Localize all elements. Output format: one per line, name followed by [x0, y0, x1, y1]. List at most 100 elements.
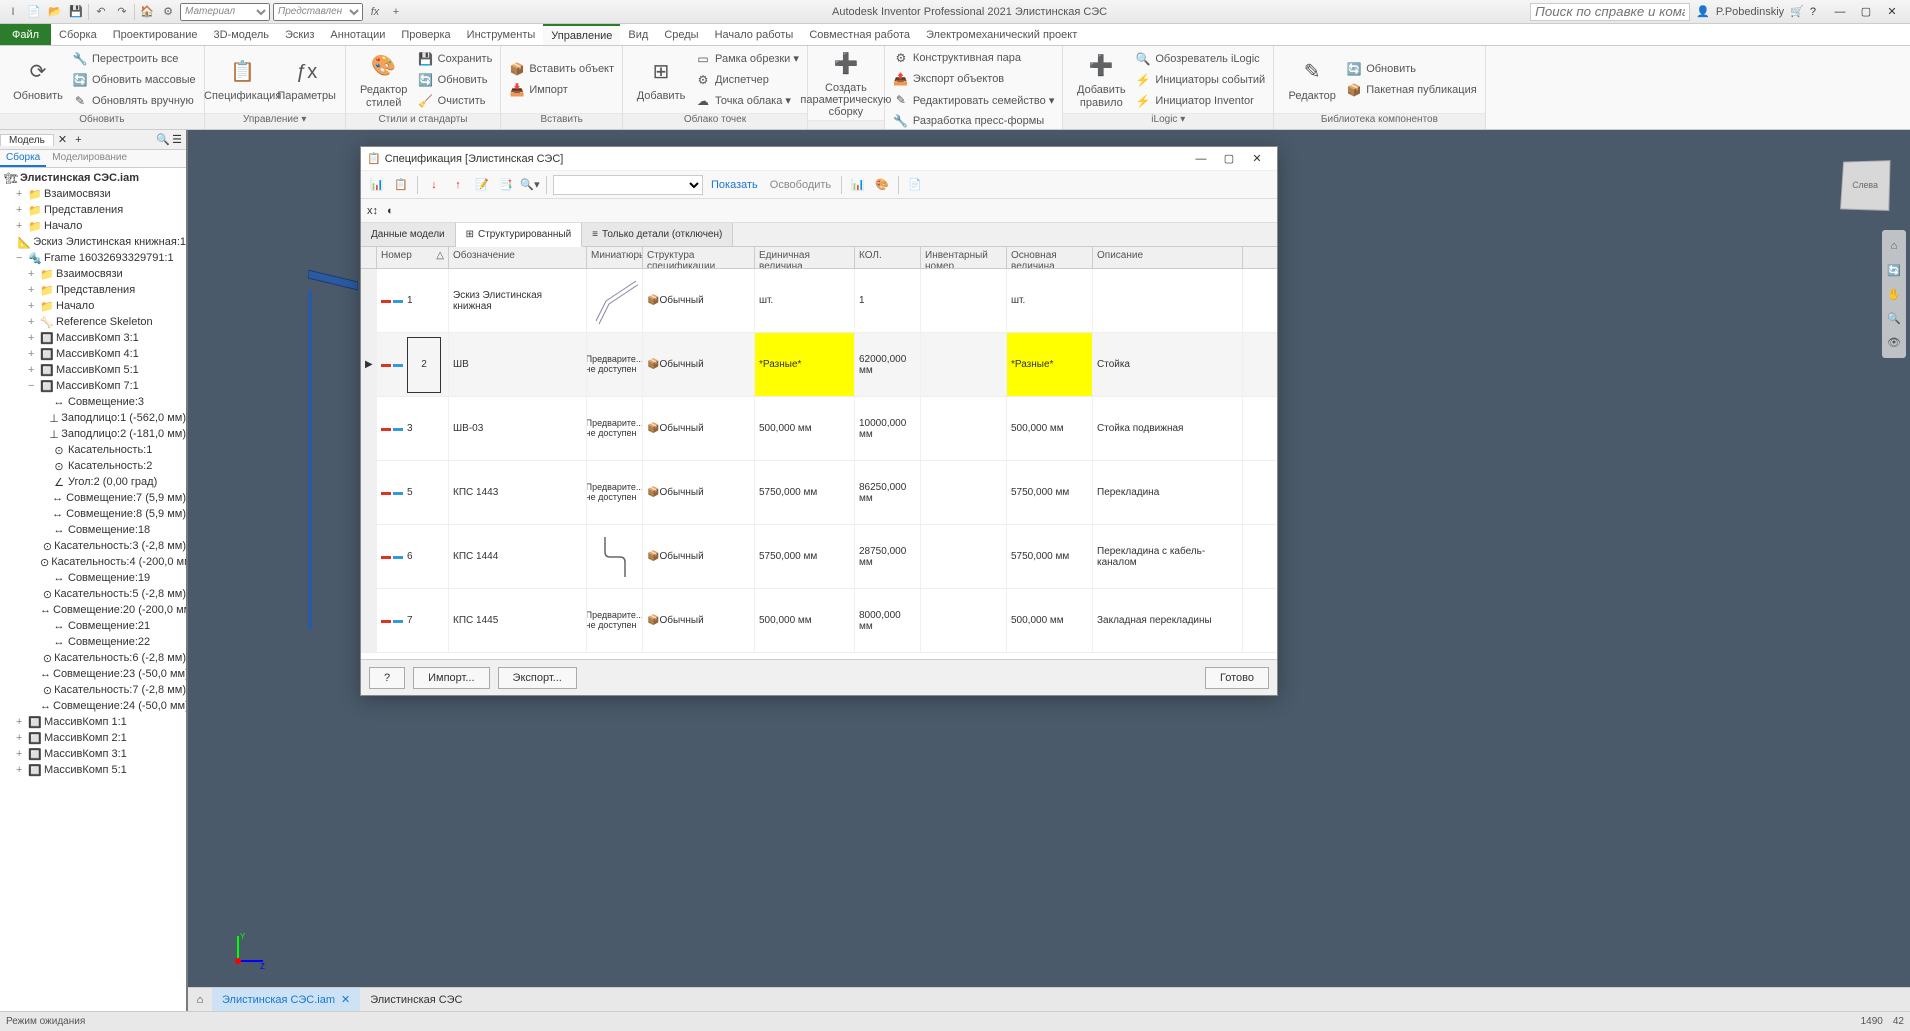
maximize-button[interactable]: ▢ [1854, 3, 1878, 21]
ribbon-big-Редактор стилей[interactable]: 🎨Редактор стилей [352, 50, 416, 108]
tree-item[interactable]: +📁Представления [0, 202, 186, 218]
tree-item[interactable]: ⊙Касательность:7 (-2,8 мм) [0, 682, 186, 698]
minimize-button[interactable]: — [1828, 3, 1852, 21]
ribbon-tab-1[interactable]: Проектирование [105, 24, 206, 45]
ribbon-tab-5[interactable]: Проверка [393, 24, 458, 45]
ribbon-tab-12[interactable]: Электромеханический проект [918, 24, 1085, 45]
dialog-minimize-button[interactable]: — [1187, 149, 1215, 169]
tree-item[interactable]: ↔Совмещение:8 (5,9 мм) [0, 506, 186, 522]
ribbon-big-Обновить[interactable]: ⟳Обновить [6, 56, 70, 102]
grid-row[interactable]: ▬▬5КПС 1443Предварите... не доступен📦 Об… [361, 461, 1277, 525]
tb-sort-desc-icon[interactable]: ↑ [448, 175, 468, 195]
ribbon-small-Точка облака ▾[interactable]: ☁Точка облака ▾ [693, 91, 801, 111]
dialog-close-button[interactable]: ✕ [1243, 149, 1271, 169]
browser-subtab-assembly[interactable]: Сборка [0, 150, 46, 167]
tree-item[interactable]: +🔲МассивКомп 4:1 [0, 346, 186, 362]
ribbon-tab-6[interactable]: Инструменты [459, 24, 544, 45]
ribbon-tab-3[interactable]: Эскиз [277, 24, 322, 45]
tree-item[interactable]: ↔Совмещение:3 [0, 394, 186, 410]
browser-tab-model[interactable]: Модель [0, 134, 54, 146]
tree-item[interactable]: ∠Угол:2 (0,00 град) [0, 474, 186, 490]
ribbon-small-Обновлять вручную[interactable]: ✎Обновлять вручную [70, 91, 198, 111]
browser-menu-icon[interactable]: ☰ [172, 133, 182, 146]
tb-combo[interactable] [553, 175, 703, 195]
ribbon-small-Вставить объект[interactable]: 📦Вставить объект [507, 59, 616, 79]
tb-btn-1[interactable]: 📊 [367, 175, 387, 195]
view-tab-model-data[interactable]: Данные модели [361, 223, 456, 246]
ribbon-small-Экспорт объектов[interactable]: 📤Экспорт объектов [891, 69, 1056, 89]
tree-item[interactable]: ⊙Касательность:2 [0, 458, 186, 474]
qat-open-icon[interactable]: 📂 [46, 3, 64, 21]
tree-item[interactable]: +🔲МассивКомп 2:1 [0, 730, 186, 746]
cart-icon[interactable]: 🛒 [1790, 5, 1804, 18]
file-tab[interactable]: Файл [0, 24, 51, 45]
col-unit[interactable]: Единичная величина [755, 247, 855, 268]
tree-item[interactable]: +📁Начало [0, 218, 186, 234]
grid-row[interactable]: ▶▬▬2ШВПредварите... не доступен📦 Обычный… [361, 333, 1277, 397]
qat-fx-icon[interactable]: fx [366, 3, 384, 21]
import-button[interactable]: Импорт... [413, 667, 489, 689]
ribbon-tab-8[interactable]: Вид [620, 24, 656, 45]
ribbon-small-Сохранить[interactable]: 💾Сохранить [416, 49, 495, 69]
tb-btn-5[interactable]: 📝 [472, 175, 492, 195]
tree-item[interactable]: ↔Совмещение:20 (-200,0 мм) [0, 602, 186, 618]
tb-release-link[interactable]: Освободить [766, 179, 835, 191]
qat-gear-icon[interactable]: ⚙ [159, 3, 177, 21]
ribbon-big-Добавить[interactable]: ⊞Добавить [629, 56, 693, 102]
ribbon-small-Пакетная публикация[interactable]: 📦Пакетная публикация [1344, 80, 1478, 100]
view-tab-structured[interactable]: ⊞Структурированный [456, 223, 583, 247]
subbar-icon-2[interactable]: ◐ [387, 205, 407, 217]
ribbon-big-Спецификация[interactable]: 📋Спецификация [211, 56, 275, 102]
tree-item[interactable]: +🔲МассивКомп 3:1 [0, 330, 186, 346]
col-designation[interactable]: Обозначение [449, 247, 587, 268]
tb-btn-b[interactable]: 🎨 [872, 175, 892, 195]
tab-close-icon[interactable]: ✕ [341, 993, 350, 1006]
ribbon-tab-4[interactable]: Аннотации [322, 24, 393, 45]
nav-orbit-icon[interactable]: 🔄 [1882, 258, 1906, 282]
ribbon-big-Редактор[interactable]: ✎Редактор [1280, 56, 1344, 102]
ribbon-tab-0[interactable]: Сборка [51, 24, 105, 45]
ribbon-tab-11[interactable]: Совместная работа [801, 24, 918, 45]
subbar-icon-1[interactable]: x↕ [367, 205, 387, 217]
qat-save-icon[interactable]: 💾 [67, 3, 85, 21]
user-icon[interactable]: 👤 [1696, 5, 1710, 18]
ribbon-small-Диспетчер[interactable]: ⚙Диспетчер [693, 70, 801, 90]
tb-show-link[interactable]: Показать [707, 179, 762, 191]
ribbon-small-Инициатор Inventor[interactable]: ⚡Инициатор Inventor [1133, 91, 1267, 111]
help-search-input[interactable] [1530, 3, 1690, 21]
grid-row[interactable]: ▬▬1Эскиз Элистинская книжная📦 Обычныйшт.… [361, 269, 1277, 333]
tb-sort-asc-icon[interactable]: ↓ [424, 175, 444, 195]
tree-item[interactable]: ↔Совмещение:21 [0, 618, 186, 634]
ribbon-small-Очистить[interactable]: 🧹Очистить [416, 91, 495, 111]
tree-item[interactable]: +🔲МассивКомп 5:1 [0, 362, 186, 378]
user-name[interactable]: P.Pobedinskiy [1716, 6, 1784, 18]
bom-grid[interactable]: Номер △ Обозначение Миниатюры Структура … [361, 247, 1277, 659]
view-tab-parts-only[interactable]: ≡Только детали (отключен) [582, 223, 733, 246]
col-base[interactable]: Основная величина [1007, 247, 1093, 268]
tb-btn-a[interactable]: 📊 [848, 175, 868, 195]
ribbon-small-Обозреватель iLogic[interactable]: 🔍Обозреватель iLogic [1133, 49, 1267, 69]
nav-look-icon[interactable]: 👁 [1882, 330, 1906, 354]
tb-btn-c[interactable]: 📄 [905, 175, 925, 195]
tree-item[interactable]: +📁Начало [0, 298, 186, 314]
qat-redo-icon[interactable]: ↷ [113, 3, 131, 21]
help-icon[interactable]: ? [1810, 6, 1816, 18]
tree-item[interactable]: ↔Совмещение:18 [0, 522, 186, 538]
tree-item[interactable]: ⊥Заподлицо:2 (-181,0 мм) [0, 426, 186, 442]
tree-item[interactable]: +🔲МассивКомп 3:1 [0, 746, 186, 762]
tree-item[interactable]: ↔Совмещение:24 (-50,0 мм) [0, 698, 186, 714]
col-structure[interactable]: Структура спецификации [643, 247, 755, 268]
qat-app-icon[interactable]: I [4, 3, 22, 21]
doc-tab-active[interactable]: Элистинская СЭС.iam✕ [212, 988, 360, 1012]
ribbon-small-Обновить[interactable]: 🔄Обновить [416, 70, 495, 90]
ribbon-tab-2[interactable]: 3D-модель [206, 24, 277, 45]
dialog-maximize-button[interactable]: ▢ [1215, 149, 1243, 169]
ribbon-small-Перестроить все[interactable]: 🔧Перестроить все [70, 49, 198, 69]
tree-item[interactable]: ⊙Касательность:4 (-200,0 мм) [0, 554, 186, 570]
ribbon-small-Инициаторы событий[interactable]: ⚡Инициаторы событий [1133, 70, 1267, 90]
viewcube[interactable]: Слева [1840, 160, 1891, 211]
tree-item[interactable]: 📐Эскиз Элистинская книжная:1 [0, 234, 186, 250]
doc-tab-other[interactable]: Элистинская СЭС [360, 988, 472, 1012]
col-inventory[interactable]: Инвентарный номер [921, 247, 1007, 268]
browser-tab-add-icon[interactable]: + [71, 134, 85, 146]
